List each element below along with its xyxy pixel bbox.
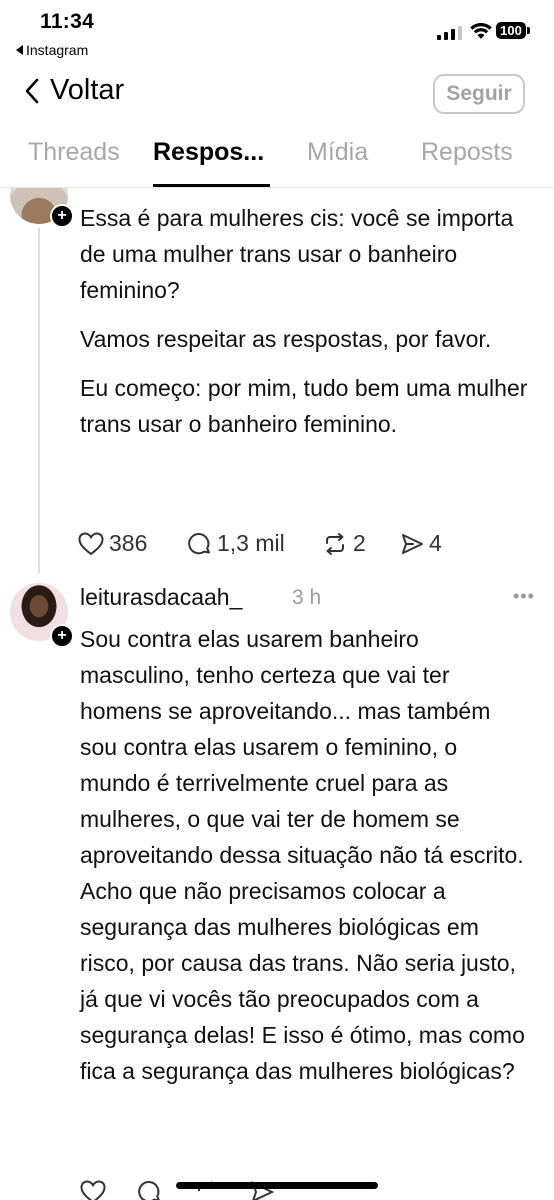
- follow-plus-icon[interactable]: +: [50, 204, 74, 228]
- profile-tabs: Threads Respos... Mídia Reposts: [0, 130, 554, 188]
- post-paragraph: Vamos respeitar as respostas, por favor.: [80, 326, 492, 352]
- tab-media[interactable]: Mídia: [307, 138, 368, 167]
- comment-icon: [188, 532, 210, 554]
- like-count: 386: [109, 530, 148, 556]
- repost-icon: [326, 532, 344, 555]
- reply-count: 1,3 mil: [217, 530, 285, 556]
- share-count: 4: [429, 530, 442, 556]
- like-button[interactable]: 386: [78, 530, 147, 557]
- status-time: 11:34: [40, 10, 95, 33]
- tab-replies[interactable]: Respos...: [153, 138, 264, 167]
- post-body: Essa é para mulheres cis: você se import…: [80, 200, 530, 455]
- follow-button[interactable]: Seguir: [433, 74, 525, 114]
- battery-level: 100: [496, 22, 526, 39]
- tab-threads[interactable]: Threads: [28, 138, 120, 167]
- post-body: Sou contra elas usarem banheiro masculin…: [80, 621, 532, 1102]
- tab-reposts[interactable]: Reposts: [421, 138, 513, 167]
- more-options-button[interactable]: •••: [513, 586, 535, 607]
- follow-plus-icon[interactable]: +: [50, 624, 74, 648]
- send-icon: [402, 533, 423, 554]
- repost-button[interactable]: 2: [322, 530, 366, 557]
- back-app-label: Instagram: [26, 42, 89, 58]
- back-label: Voltar: [50, 74, 125, 106]
- post-actions: 386 1,3 mil 2 4: [0, 526, 554, 562]
- back-triangle-icon: [16, 45, 23, 55]
- post-paragraph: Essa é para mulheres cis: você se import…: [80, 205, 514, 303]
- cellular-signal-icon: [437, 26, 462, 40]
- reply-button[interactable]: 1,3 mil: [188, 530, 285, 557]
- wifi-icon: [470, 23, 492, 39]
- comment-icon[interactable]: [138, 1180, 162, 1200]
- repost-count: 2: [353, 530, 366, 556]
- home-indicator[interactable]: [176, 1182, 378, 1189]
- thread-connector-line: [38, 228, 40, 573]
- back-button[interactable]: Voltar: [24, 74, 124, 107]
- username[interactable]: leiturasdacaah_: [80, 584, 242, 611]
- heart-icon[interactable]: [80, 1180, 106, 1200]
- back-to-app-link[interactable]: Instagram: [16, 42, 88, 58]
- share-button[interactable]: 4: [400, 530, 442, 557]
- chevron-left-icon: [25, 78, 39, 103]
- divider: [0, 187, 554, 188]
- battery-icon: 100: [496, 22, 530, 39]
- post-paragraph: Sou contra elas usarem banheiro masculin…: [80, 626, 525, 1084]
- post-paragraph: Eu começo: por mim, tudo bem uma mulher …: [80, 375, 528, 437]
- heart-icon: [78, 531, 104, 555]
- post-timestamp: 3 h: [292, 586, 322, 609]
